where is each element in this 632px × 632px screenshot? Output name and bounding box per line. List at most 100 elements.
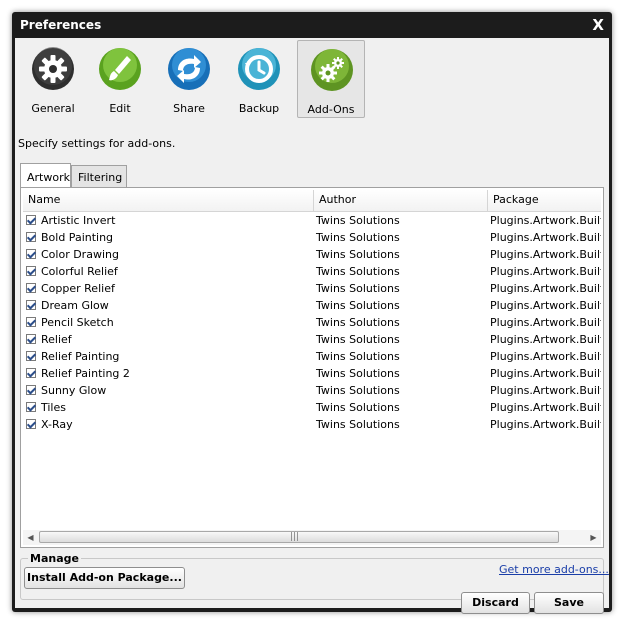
scroll-left-icon[interactable]: ◀ <box>23 530 38 545</box>
horizontal-scrollbar[interactable]: ◀ ||| ▶ <box>23 530 601 545</box>
table-row[interactable]: Bold Painting Twins Solutions Plugins.Artw… <box>23 229 601 246</box>
manage-group-label: Manage <box>28 552 81 565</box>
scroll-thumb[interactable]: ||| <box>39 531 559 543</box>
addon-package: Plugins.Artwork.Builtin. <box>490 333 601 346</box>
addon-author: Twins Solutions <box>316 248 400 261</box>
toolbar-label-edit: Edit <box>109 102 131 115</box>
table-row[interactable]: Tiles Twins Solutions Plugins.Artwork.Buil… <box>23 399 601 416</box>
table-row[interactable]: Dream Glow Twins Solutions Plugins.Artwork… <box>23 297 601 314</box>
scroll-right-icon[interactable]: ▶ <box>586 530 601 545</box>
addon-author: Twins Solutions <box>316 401 400 414</box>
enabled-checkbox[interactable] <box>26 300 36 310</box>
addon-package: Plugins.Artwork.Builtin. <box>490 350 601 363</box>
addon-author: Twins Solutions <box>316 231 400 244</box>
addon-name: X-Ray <box>41 418 73 431</box>
table-row[interactable]: Sunny Glow Twins Solutions Plugins.Artwork… <box>23 382 601 399</box>
addon-author: Twins Solutions <box>316 299 400 312</box>
table-row[interactable]: X-Ray Twins Solutions Plugins.Artwork.Buil… <box>23 416 601 433</box>
enabled-checkbox[interactable] <box>26 419 36 429</box>
toolbar-item-share[interactable]: Share <box>155 40 223 118</box>
column-header-name[interactable]: Name <box>23 190 314 211</box>
enabled-checkbox[interactable] <box>26 249 36 259</box>
addon-package: Plugins.Artwork.Builtin. <box>490 367 601 380</box>
enabled-checkbox[interactable] <box>26 283 36 293</box>
toolbar-item-add-ons[interactable]: Add-Ons <box>297 40 365 118</box>
enabled-checkbox[interactable] <box>26 232 36 242</box>
enabled-checkbox[interactable] <box>26 215 36 225</box>
addon-name: Tiles <box>41 401 66 414</box>
addon-author: Twins Solutions <box>316 350 400 363</box>
share-arrows-icon <box>168 48 210 90</box>
table-row[interactable]: Pencil Sketch Twins Solutions Plugins.Artw… <box>23 314 601 331</box>
addon-name: Dream Glow <box>41 299 109 312</box>
addon-name: Sunny Glow <box>41 384 107 397</box>
addon-name: Relief Painting 2 <box>41 367 130 380</box>
addon-author: Twins Solutions <box>316 282 400 295</box>
install-addon-package-button[interactable]: Install Add-on Package... <box>24 567 185 589</box>
tab-artwork[interactable]: Artwork <box>20 163 71 187</box>
addon-package: Plugins.Artwork.Builtin. <box>490 231 601 244</box>
addon-package: Plugins.Artwork.Builtin. <box>490 248 601 261</box>
column-header-author[interactable]: Author <box>314 190 488 211</box>
table-row[interactable]: Color Drawing Twins Solutions Plugins.Artw… <box>23 246 601 263</box>
addon-name: Copper Relief <box>41 282 115 295</box>
preferences-window: Preferences X General Edit Share Backup … <box>12 12 612 614</box>
enabled-checkbox[interactable] <box>26 334 36 344</box>
addon-author: Twins Solutions <box>316 316 400 329</box>
addon-package: Plugins.Artwork.Builtin. <box>490 299 601 312</box>
enabled-checkbox[interactable] <box>26 368 36 378</box>
close-icon[interactable]: X <box>592 16 604 34</box>
addon-package: Plugins.Artwork.Builtin. <box>490 282 601 295</box>
tab-filtering[interactable]: Filtering <box>71 165 127 187</box>
table-row[interactable]: Artistic Invert Twins Solutions Plugins.Ar… <box>23 212 601 229</box>
category-toolbar: General Edit Share Backup Add-Ons <box>15 38 609 134</box>
discard-button[interactable]: Discard <box>461 592 530 614</box>
table-row[interactable]: Copper Relief Twins Solutions Plugins.Artw… <box>23 280 601 297</box>
table-row[interactable]: Colorful Relief Twins Solutions Plugins.Ar… <box>23 263 601 280</box>
addons-panel: Name Author Package Artistic Invert Twins… <box>20 187 604 548</box>
backup-clock-icon <box>238 48 280 90</box>
addon-name: Pencil Sketch <box>41 316 114 329</box>
window-client-area: General Edit Share Backup Add-Ons Specif… <box>15 38 609 614</box>
enabled-checkbox[interactable] <box>26 402 36 412</box>
addon-name: Artistic Invert <box>41 214 116 227</box>
toolbar-item-backup[interactable]: Backup <box>225 40 293 118</box>
toolbar-item-edit[interactable]: Edit <box>86 40 154 118</box>
table-row[interactable]: Relief Twins Solutions Plugins.Artwork.Bui… <box>23 331 601 348</box>
enabled-checkbox[interactable] <box>26 317 36 327</box>
enabled-checkbox[interactable] <box>26 385 36 395</box>
addon-name: Bold Painting <box>41 231 114 244</box>
get-more-addons-link[interactable]: Get more add-ons... <box>499 563 609 576</box>
toolbar-label-share: Share <box>173 102 205 115</box>
addon-package: Plugins.Artwork.Builtin. <box>490 384 601 397</box>
toolbar-item-general[interactable]: General <box>19 40 87 118</box>
addon-author: Twins Solutions <box>316 418 400 431</box>
addon-name: Relief Painting <box>41 350 120 363</box>
gear-icon <box>32 47 74 90</box>
window-title: Preferences <box>20 18 102 32</box>
enabled-checkbox[interactable] <box>26 266 36 276</box>
gears-icon <box>311 49 353 91</box>
addon-name: Colorful Relief <box>41 265 118 278</box>
addon-author: Twins Solutions <box>316 265 400 278</box>
page-description: Specify settings for add-ons. <box>18 137 176 150</box>
column-header-package[interactable]: Package <box>488 190 601 211</box>
enabled-checkbox[interactable] <box>26 351 36 361</box>
table-row[interactable]: Relief Painting Twins Solutions Plugins.Ar… <box>23 348 601 365</box>
addon-author: Twins Solutions <box>316 333 400 346</box>
toolbar-label-general: General <box>31 102 75 115</box>
toolbar-label-backup: Backup <box>238 102 280 115</box>
addon-author: Twins Solutions <box>316 367 400 380</box>
addon-package: Plugins.Artwork.Builtin. <box>490 418 601 431</box>
addon-package: Plugins.Artwork.Builtin. <box>490 265 601 278</box>
table-row[interactable]: Relief Painting 2 Twins Solutions Plugins.… <box>23 365 601 382</box>
addon-author: Twins Solutions <box>316 384 400 397</box>
save-button[interactable]: Save <box>534 592 604 614</box>
addons-list: Name Author Package Artistic Invert Twins… <box>23 190 601 524</box>
addon-name: Relief <box>41 333 72 346</box>
addon-author: Twins Solutions <box>316 214 400 227</box>
addon-package: Plugins.Artwork.Builtin. <box>490 401 601 414</box>
title-bar[interactable]: Preferences X <box>12 12 612 40</box>
toolbar-label-add-ons: Add-Ons <box>307 103 355 116</box>
list-header: Name Author Package <box>23 190 601 212</box>
